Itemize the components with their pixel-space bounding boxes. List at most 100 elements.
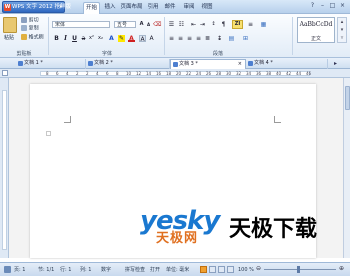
- ruler-number: 20: [176, 71, 182, 76]
- status-units[interactable]: 单位: 毫米: [166, 267, 189, 273]
- view-fullscreen-icon[interactable]: [209, 266, 216, 273]
- tab-review[interactable]: 审阅: [182, 2, 196, 14]
- status-col[interactable]: 列: 1: [80, 267, 91, 273]
- line-spacing-icon[interactable]: ≡: [247, 21, 254, 28]
- numbered-list-icon[interactable]: ☷: [178, 21, 185, 28]
- justify-icon[interactable]: ≡: [195, 35, 202, 42]
- ruler-number: 34: [246, 71, 252, 76]
- minimize-icon[interactable]: –: [318, 2, 327, 10]
- font-size-select[interactable]: 五号: [114, 21, 136, 28]
- shading-icon[interactable]: ▤: [228, 35, 235, 42]
- copy-button[interactable]: 复制: [21, 25, 39, 32]
- shrink-font-icon[interactable]: A: [145, 21, 152, 28]
- ruler-number: 18: [166, 71, 172, 76]
- cut-button[interactable]: 剪切: [21, 17, 39, 24]
- copy-icon: [21, 25, 27, 31]
- grow-font-icon[interactable]: A: [138, 21, 145, 28]
- close-icon[interactable]: ×: [338, 2, 347, 10]
- tab-mailings[interactable]: 邮件: [163, 2, 177, 14]
- style-normal[interactable]: AaBbCcDd 正文: [297, 17, 335, 43]
- app-menu-button[interactable]: W WPS 文字 2012 抢鲜版 ▾: [2, 1, 71, 13]
- vertical-ruler[interactable]: [0, 78, 9, 258]
- ruler-number: 42: [286, 71, 292, 76]
- borders-icon[interactable]: ▦: [260, 21, 267, 28]
- view-print-icon[interactable]: [200, 266, 207, 273]
- horizontal-ruler[interactable]: 8 6 4 2 2 4 6 8 10 12 14 16 18 20 22 24 26 28 30 32 34 36 38 40…: [0, 69, 350, 78]
- superscript-button[interactable]: x²: [88, 35, 95, 42]
- divider: [292, 17, 293, 55]
- distribute-icon[interactable]: ≣: [204, 35, 211, 42]
- clipboard-group-label: 剪贴板: [16, 51, 32, 57]
- ruler-number: 4: [96, 71, 99, 76]
- ruler-number: 8: [46, 71, 49, 76]
- scroll-thumb[interactable]: [345, 86, 350, 110]
- align-right-icon[interactable]: ≡: [186, 35, 193, 42]
- font-name-select[interactable]: 宋体: [52, 21, 110, 28]
- status-spellcheck[interactable]: 拼写检查: [125, 267, 145, 273]
- zoom-out-icon[interactable]: ⊖: [256, 265, 261, 272]
- chinese-layout-icon[interactable]: ZI: [232, 20, 243, 29]
- ruler-number: 14: [146, 71, 152, 76]
- doc-tab-2[interactable]: 文档 2 *: [86, 59, 170, 69]
- paste-icon[interactable]: [3, 17, 17, 33]
- line-spacing-menu-icon[interactable]: ↨: [216, 35, 223, 42]
- tab-view[interactable]: 视图: [200, 2, 214, 14]
- table-border-icon[interactable]: ⊞: [242, 35, 249, 42]
- show-marks-icon[interactable]: ¶: [220, 21, 227, 28]
- zoom-in-icon[interactable]: ⊕: [339, 265, 344, 272]
- doc-tab-label: 文档 2 *: [94, 60, 113, 66]
- decrease-indent-icon[interactable]: ⇤: [190, 21, 197, 28]
- ruler-number: 12: [136, 71, 142, 76]
- tab-home[interactable]: 开始: [83, 2, 100, 14]
- doc-tab-1[interactable]: 文档 1 *: [16, 59, 86, 69]
- status-digits[interactable]: 数字: [101, 267, 111, 273]
- status-page[interactable]: 页: 1: [14, 267, 25, 273]
- zoom-value[interactable]: 100 %: [238, 267, 254, 273]
- underline-button[interactable]: U: [71, 35, 78, 42]
- sort-icon[interactable]: ↕: [210, 21, 217, 28]
- maximize-icon[interactable]: □: [328, 2, 337, 10]
- zoom-slider[interactable]: [264, 269, 336, 270]
- subscript-button[interactable]: x₂: [97, 35, 104, 42]
- font-group-label: 字体: [101, 51, 112, 57]
- status-section[interactable]: 节: 1/1: [38, 267, 54, 273]
- highlight-icon[interactable]: ✎: [118, 35, 125, 42]
- clear-format-icon[interactable]: ⌫: [153, 21, 161, 28]
- increase-indent-icon[interactable]: ⇥: [199, 21, 206, 28]
- format-painter-button[interactable]: 格式刷: [21, 34, 44, 41]
- bold-button[interactable]: B: [53, 35, 60, 42]
- tab-page-layout[interactable]: 页面布局: [119, 2, 144, 14]
- paste-button[interactable]: 粘贴: [4, 35, 14, 41]
- document-icon: [173, 62, 178, 67]
- strikethrough-button[interactable]: a: [80, 35, 87, 42]
- style-gallery-scroll[interactable]: ▴ ▾ ▿: [337, 17, 347, 43]
- bullet-list-icon[interactable]: ☰: [168, 21, 175, 28]
- italic-button[interactable]: I: [62, 35, 69, 42]
- ribbon: 粘贴 剪切 复制 格式刷 剪贴板 宋体 五号 A A ⌫ B I U a x² …: [0, 14, 350, 58]
- align-center-icon[interactable]: ≡: [177, 35, 184, 42]
- document-icon: [248, 61, 253, 66]
- char-shading-icon[interactable]: A: [148, 35, 155, 42]
- tab-insert[interactable]: 插入: [103, 2, 117, 14]
- tab-stop-icon[interactable]: [2, 70, 8, 76]
- tab-references[interactable]: 引用: [146, 2, 160, 14]
- font-color-icon[interactable]: A: [128, 35, 135, 42]
- brush-icon: [21, 34, 27, 40]
- vertical-scrollbar[interactable]: [343, 78, 350, 258]
- doc-tab-4[interactable]: 文档 4 *: [246, 59, 328, 69]
- tab-list-icon[interactable]: ▸: [334, 60, 337, 67]
- help-icon[interactable]: ?: [308, 2, 317, 10]
- view-web-icon[interactable]: [218, 266, 225, 273]
- ruler-number: 36: [256, 71, 262, 76]
- ruler-number: 16: [156, 71, 162, 76]
- status-row[interactable]: 行: 1: [60, 267, 71, 273]
- align-left-icon[interactable]: ≡: [168, 35, 175, 42]
- doc-tab-3[interactable]: 文档 3 * ×: [170, 59, 246, 69]
- zoom-slider-thumb[interactable]: [297, 266, 300, 273]
- char-border-icon[interactable]: A: [139, 35, 146, 43]
- status-print[interactable]: 打开: [150, 267, 160, 273]
- text-effect-icon[interactable]: A: [108, 35, 115, 42]
- view-outline-icon[interactable]: [227, 266, 234, 273]
- ruler-number: 24: [196, 71, 202, 76]
- close-tab-icon[interactable]: ×: [238, 60, 242, 69]
